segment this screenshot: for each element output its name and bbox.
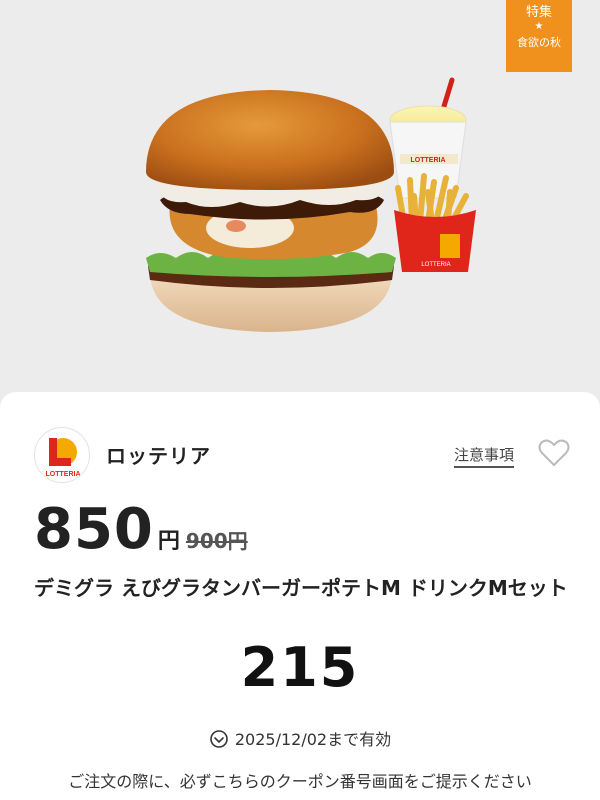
fries-brand-text: LOTTERIA (421, 262, 450, 268)
feature-badge[interactable]: 特集 ★ 食欲の秋 (506, 0, 572, 72)
badge-top-label: 特集 (525, 5, 552, 20)
logo-text: LOTTERIA (46, 471, 81, 478)
drink-cup: LOTTERIA (389, 77, 467, 199)
expiry-text: 2025/12/02まで有効 (234, 730, 392, 749)
lotteria-logo-icon: LOTTERIA (46, 438, 81, 478)
badge-bottom-label: 食欲の秋 (517, 35, 561, 49)
price-row: 850 円 900円 (34, 500, 248, 560)
sale-price: 850 (34, 497, 154, 562)
notice-link[interactable]: 注意事項 (454, 445, 515, 468)
coupon-code: 215 (240, 636, 360, 699)
burger (146, 90, 396, 332)
hero-image: LOTTERIA LOTTERIA 特集 ★ 食欲の秋 (0, 0, 600, 405)
shop-name: ロッテリア (106, 444, 211, 468)
price-unit: 円 (157, 529, 180, 554)
coupon-card: LOTTERIA ロッテリア 注意事項 850 円 900円 デミグラ えびグラ… (0, 392, 600, 800)
heart-icon[interactable] (538, 439, 570, 467)
star-icon: ★ (534, 20, 544, 32)
original-price: 900円 (185, 529, 248, 553)
cup-brand-text: LOTTERIA (411, 157, 446, 164)
expiry-row: 2025/12/02まで有効 (0, 726, 600, 750)
instruction-text: ご注文の際に、必ずこちらのクーポン番号画面をご提示ください (68, 772, 532, 791)
clock-icon (210, 730, 228, 748)
product-title: デミグラ えびグラタンバーガーポテトM ドリンクMセット (34, 576, 568, 600)
shop-logo: LOTTERIA (34, 427, 90, 483)
